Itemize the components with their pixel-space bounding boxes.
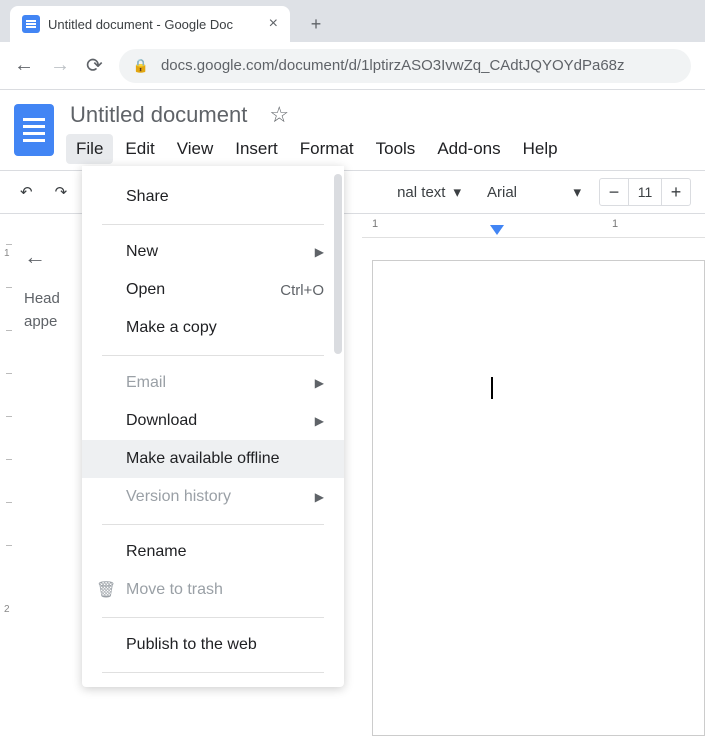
- paragraph-style-select[interactable]: nal text ▾: [389, 183, 469, 201]
- menu-edit[interactable]: Edit: [115, 134, 164, 164]
- menu-bar: File Edit View Insert Format Tools Add-o…: [66, 134, 568, 164]
- menu-open[interactable]: OpenCtrl+O: [82, 271, 344, 309]
- close-tab-icon[interactable]: ×: [269, 15, 278, 33]
- menu-share[interactable]: Share: [82, 178, 344, 216]
- menu-rename[interactable]: Rename: [82, 533, 344, 571]
- submenu-arrow-icon: ▶: [315, 414, 324, 428]
- font-size-decrease[interactable]: −: [600, 179, 628, 205]
- menu-insert[interactable]: Insert: [225, 134, 288, 164]
- address-bar: ← → ⟳ 🔒 docs.google.com/document/d/1lpti…: [0, 42, 705, 90]
- menu-version-history[interactable]: Version history▶: [82, 478, 344, 516]
- shortcut-label: Ctrl+O: [280, 282, 324, 299]
- app-header: Untitled document ☆ File Edit View Inser…: [0, 90, 705, 164]
- horizontal-ruler[interactable]: 1 1: [362, 214, 705, 238]
- file-menu-dropdown: Share New▶ OpenCtrl+O Make a copy Email▶…: [82, 166, 344, 687]
- text-cursor: [491, 377, 493, 399]
- submenu-arrow-icon: ▶: [315, 490, 324, 504]
- submenu-arrow-icon: ▶: [315, 245, 324, 259]
- font-select[interactable]: Arial ▾: [479, 183, 589, 201]
- font-size-group: − 11 +: [599, 178, 691, 206]
- document-title[interactable]: Untitled document: [66, 100, 251, 130]
- ruler-tick: 1: [612, 218, 618, 230]
- menu-move-to-trash[interactable]: 🗑Move to trash: [82, 571, 344, 609]
- trash-icon: 🗑: [96, 580, 116, 600]
- menu-view[interactable]: View: [167, 134, 224, 164]
- menu-make-copy[interactable]: Make a copy: [82, 309, 344, 347]
- new-tab-button[interactable]: +: [302, 10, 330, 38]
- docs-logo-icon[interactable]: [14, 104, 54, 156]
- url-field[interactable]: 🔒 docs.google.com/document/d/1lptirzASO3…: [119, 49, 691, 83]
- menu-make-available-offline[interactable]: Make available offline: [82, 440, 344, 478]
- submenu-arrow-icon: ▶: [315, 376, 324, 390]
- document-canvas[interactable]: [372, 260, 705, 736]
- menu-download[interactable]: Download▶: [82, 402, 344, 440]
- vertical-ruler: 1 2: [6, 244, 16, 736]
- menu-addons[interactable]: Add-ons: [427, 134, 510, 164]
- vtick: 2: [4, 604, 10, 615]
- tab-title: Untitled document - Google Doc: [48, 17, 261, 32]
- docs-favicon: [22, 15, 40, 33]
- lock-icon: 🔒: [133, 58, 149, 74]
- font-label: Arial: [487, 184, 517, 201]
- font-size-increase[interactable]: +: [662, 179, 690, 205]
- menu-publish-web[interactable]: Publish to the web: [82, 626, 344, 664]
- vtick: 1: [4, 248, 10, 259]
- menu-file[interactable]: File: [66, 134, 113, 164]
- browser-tab[interactable]: Untitled document - Google Doc ×: [10, 6, 290, 42]
- style-label: nal text: [397, 184, 445, 201]
- ruler-tick: 1: [372, 218, 378, 230]
- url-text: docs.google.com/document/d/1lptirzASO3Iv…: [161, 57, 625, 74]
- browser-tab-strip: Untitled document - Google Doc × +: [0, 0, 705, 42]
- redo-icon[interactable]: ↷: [49, 179, 74, 205]
- menu-new[interactable]: New▶: [82, 233, 344, 271]
- font-size-value[interactable]: 11: [628, 179, 662, 205]
- forward-button[interactable]: →: [50, 54, 70, 77]
- chevron-down-icon: ▾: [573, 183, 581, 201]
- reload-button[interactable]: ⟳: [86, 53, 103, 78]
- menu-help[interactable]: Help: [513, 134, 568, 164]
- menu-email[interactable]: Email▶: [82, 364, 344, 402]
- back-button[interactable]: ←: [14, 54, 34, 77]
- star-icon[interactable]: ☆: [269, 102, 289, 128]
- menu-tools[interactable]: Tools: [366, 134, 426, 164]
- indent-marker-icon[interactable]: [490, 225, 504, 235]
- menu-format[interactable]: Format: [290, 134, 364, 164]
- undo-icon[interactable]: ↶: [14, 179, 39, 205]
- chevron-down-icon: ▾: [453, 183, 461, 201]
